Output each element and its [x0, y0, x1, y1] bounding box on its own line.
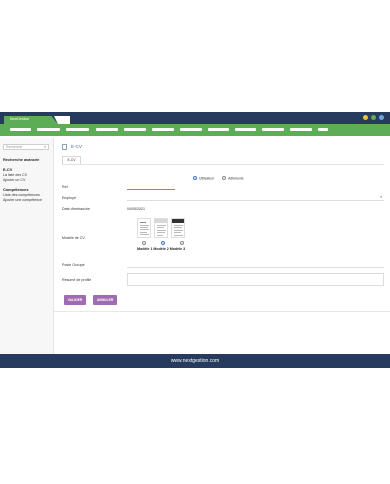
minimize-dot-icon[interactable]: [363, 115, 368, 120]
cv-model-thumbnails: [137, 218, 185, 238]
document-icon: [62, 144, 67, 150]
hire-date-label: Date d'embauche: [62, 207, 91, 211]
ref-label: Ref: [62, 185, 68, 189]
main-navbar: [0, 124, 390, 136]
maximize-dot-icon[interactable]: [371, 115, 376, 120]
search-input[interactable]: Recherche ▾: [3, 144, 49, 150]
nav-item[interactable]: [235, 128, 256, 131]
employee-select[interactable]: ▾: [127, 194, 384, 201]
nav-item[interactable]: [37, 128, 60, 131]
cv-model-radio-group: [142, 241, 186, 245]
sidebar-heading-skills[interactable]: Compétences: [3, 187, 29, 192]
footer: www.nextgestion.com: [0, 354, 390, 368]
chevron-down-icon[interactable]: ▾: [380, 195, 382, 199]
chevron-down-icon[interactable]: ▾: [44, 145, 46, 149]
hire-date-input[interactable]: 04/05/2021: [127, 207, 145, 211]
radio-adherents[interactable]: Adhérents: [222, 176, 244, 181]
cv-model-3-radio-icon[interactable]: [180, 241, 184, 245]
sidebar-item-add-skill[interactable]: Ajouter une compétence: [3, 198, 42, 202]
tab-divider: [62, 164, 384, 165]
nav-item[interactable]: [96, 128, 118, 131]
radio-utilisateur[interactable]: Utilisateur: [193, 176, 214, 181]
browser-tab[interactable]: NextGestion: [4, 116, 58, 124]
cv-model-1-thumbnail[interactable]: [137, 218, 151, 238]
nav-item[interactable]: [66, 128, 89, 131]
radio-label: Adhérents: [228, 176, 244, 181]
employee-label: Employé: [62, 196, 76, 200]
cv-model-2-radio-icon[interactable]: [161, 241, 165, 245]
nav-item[interactable]: [124, 128, 146, 131]
app-screenshot: NextGestion Recherche ▾ Recherche avancé…: [0, 112, 390, 368]
cv-model-3-thumbnail[interactable]: [171, 218, 185, 238]
content-divider: [54, 311, 390, 312]
cv-model-captions: Modèle 1 Modèle 2 Modèle 3: [137, 247, 186, 251]
page-title: E-CV: [71, 144, 82, 149]
ref-input[interactable]: [127, 189, 175, 190]
tab-ecv[interactable]: E-CV: [62, 156, 81, 164]
radio-selected-icon[interactable]: [193, 176, 197, 180]
radio-label: Utilisateur: [199, 176, 215, 181]
radio-unselected-icon[interactable]: [222, 176, 227, 180]
sidebar: Recherche ▾ Recherche avancée E-CV La li…: [0, 138, 54, 354]
position-input[interactable]: [127, 262, 384, 268]
advanced-search-link[interactable]: Recherche avancée: [3, 157, 39, 162]
window-controls: [363, 115, 384, 120]
search-placeholder: Recherche: [6, 145, 23, 149]
user-type-radio-group: Utilisateur Adhérents: [193, 176, 244, 181]
nav-item[interactable]: [318, 128, 328, 131]
profile-summary-label: Résumé de profile: [62, 278, 92, 282]
nav-item[interactable]: [180, 128, 202, 131]
cv-model-2-thumbnail[interactable]: [154, 218, 168, 238]
nav-item[interactable]: [10, 128, 31, 131]
position-label: Poste Occupé: [62, 263, 85, 267]
profile-summary-textarea[interactable]: [127, 273, 384, 286]
cv-model-1-radio-icon[interactable]: [142, 241, 146, 245]
cv-model-label: Modèle de CV: [62, 236, 85, 240]
nav-item[interactable]: [262, 128, 284, 131]
close-dot-icon[interactable]: [379, 115, 384, 120]
sidebar-item-skills-list[interactable]: Liste des compétences: [3, 193, 40, 197]
nav-item[interactable]: [152, 128, 174, 131]
validate-button[interactable]: VALIDER: [64, 295, 86, 305]
sidebar-heading-ecv[interactable]: E-CV: [3, 167, 12, 172]
cancel-button[interactable]: ANNULER: [93, 295, 117, 305]
sidebar-item-add-cv[interactable]: Ajouter un CV: [3, 178, 25, 182]
nav-item[interactable]: [208, 128, 229, 131]
browser-topbar: NextGestion: [0, 112, 390, 124]
nav-item[interactable]: [290, 128, 312, 131]
browser-tab-label: NextGestion: [10, 117, 30, 121]
sidebar-item-cv-list[interactable]: La liste des CV: [3, 173, 27, 177]
footer-website[interactable]: www.nextgestion.com: [0, 358, 390, 364]
